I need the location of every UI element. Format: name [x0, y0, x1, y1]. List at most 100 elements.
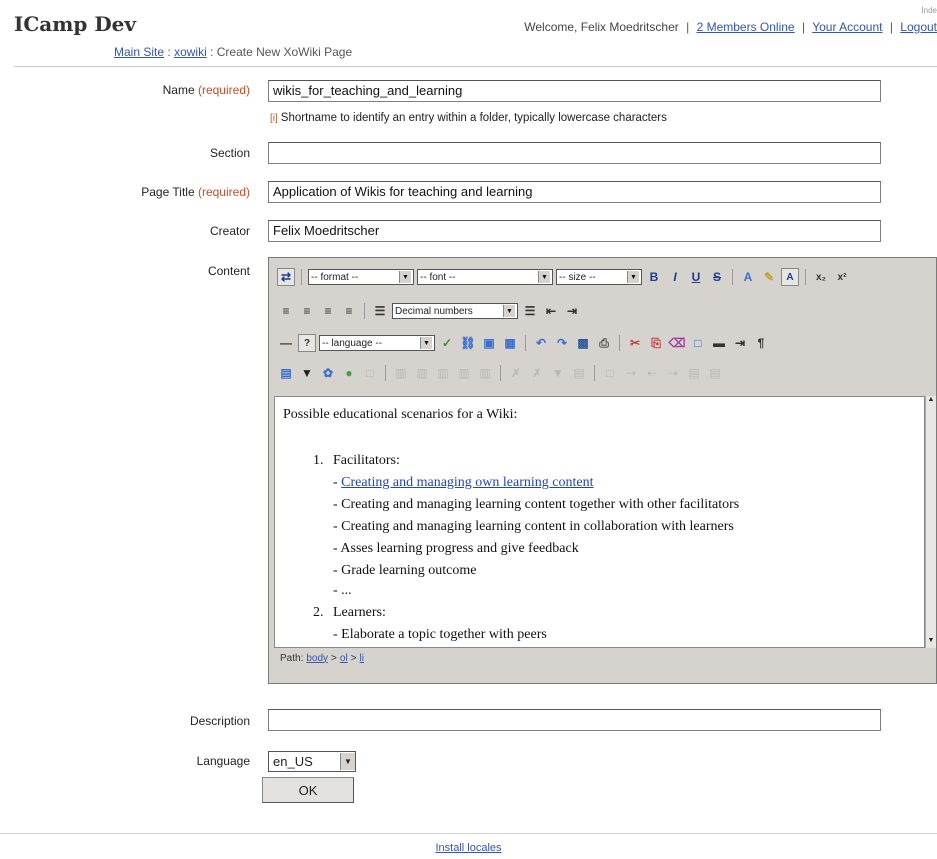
superscript-icon[interactable]: x² [833, 268, 851, 286]
list-subitem: - Elaborate a topic together with peers [333, 627, 547, 642]
horizontal-rule-icon[interactable]: — [277, 334, 295, 352]
your-account-link[interactable]: Your Account [812, 20, 882, 34]
undo-icon[interactable]: ↶ [532, 334, 550, 352]
info-circle-icon[interactable]: ● [340, 364, 358, 382]
description-field[interactable] [268, 709, 881, 731]
disabled-layer-6-icon: ▤ [709, 366, 721, 380]
list-subitem: - Asses learning progress and give feedb… [333, 541, 579, 556]
install-locales-link[interactable]: Install locales [435, 842, 501, 854]
info-icon: [i] [270, 113, 278, 124]
rtl-icon[interactable]: ¶ [752, 334, 770, 352]
top-navigation: Welcome, Felix Moedritscher | 2 Members … [524, 20, 937, 34]
ok-button[interactable]: OK [262, 777, 354, 803]
page-header: ICamp Dev Inde Welcome, Felix Moedritsch… [0, 0, 937, 68]
list-item-number: 1. [313, 453, 324, 468]
content-link[interactable]: Creating and managing own learning conte… [341, 475, 593, 490]
path-li-link[interactable]: li [360, 653, 364, 664]
cut-icon[interactable]: ✂ [626, 334, 644, 352]
subscript-icon[interactable]: x₂ [812, 268, 830, 286]
list-item-number: 2. [313, 605, 324, 620]
breadcrumb: Main Site : xowiki : Create New XoWiki P… [114, 45, 353, 59]
font-box-icon[interactable]: A [781, 268, 799, 286]
editor-intro-text: Possible educational scenarios for a Wik… [283, 407, 518, 422]
disabled-layer-5-icon: ▤ [688, 366, 700, 380]
page-title-field[interactable]: Application of Wikis for teaching and le… [268, 181, 881, 203]
list-subitem: - Grade learning outcome [333, 563, 477, 578]
ordered-list-icon[interactable]: ☰ [371, 302, 389, 320]
format-select[interactable]: -- format -- ▼ [308, 269, 414, 285]
disabled-table-col-icon: ▥ [416, 366, 428, 380]
italic-icon[interactable]: I [666, 268, 684, 286]
language-select[interactable]: en_US ▼ [268, 751, 356, 772]
align-center-icon[interactable]: ≡ [298, 302, 316, 320]
chevron-down-icon: ▼ [340, 753, 355, 770]
list-subitem: - Creating and managing learning content… [333, 519, 734, 534]
copy-icon[interactable]: ⎘ [647, 334, 665, 352]
toggle-html-icon[interactable]: ⇄ [277, 268, 295, 286]
text-color-icon[interactable]: A [739, 268, 757, 286]
editor-scrollbar[interactable]: ▲ ▼ [925, 396, 936, 648]
disabled-layer-2-icon: ⇢ [625, 366, 637, 380]
path-body-link[interactable]: body [306, 653, 328, 664]
members-online-link[interactable]: 2 Members Online [697, 20, 795, 34]
table-icon[interactable]: ▦ [501, 334, 519, 352]
section-field[interactable] [268, 142, 881, 164]
redo-icon[interactable]: ↷ [553, 334, 571, 352]
size-select[interactable]: -- size -- ▼ [556, 269, 642, 285]
disabled-form-4-icon: ▤ [573, 366, 585, 380]
align-left-icon[interactable]: ≡ [277, 302, 295, 320]
fullscreen-icon[interactable]: □ [689, 334, 707, 352]
ltr-icon[interactable]: ⇥ [731, 334, 749, 352]
truncated-top-text: Inde [921, 6, 937, 15]
disabled-form-2-icon: ✗ [531, 366, 543, 380]
toolbar-row-3: — ? -- language -- ▼ ✓ ⛓ ▣ ▦ ↶ ↷ ▩ ⎙ ✂ ⎘ … [277, 332, 770, 354]
disabled-table-split-icon: ▥ [479, 366, 491, 380]
list-type-select[interactable]: Decimal numbers ▼ [392, 303, 518, 319]
select-all-icon[interactable]: ▩ [574, 334, 592, 352]
print-icon[interactable]: ⎙ [595, 334, 613, 352]
help-icon[interactable]: ? [298, 334, 316, 352]
welcome-text: Welcome, Felix Moedritscher [524, 20, 679, 34]
scroll-down-icon[interactable]: ▼ [926, 637, 936, 648]
image-icon[interactable]: ▣ [480, 334, 498, 352]
indent-icon[interactable]: ⇥ [563, 302, 581, 320]
unordered-list-icon[interactable]: ☰ [521, 302, 539, 320]
language-select[interactable]: -- language -- ▼ [319, 335, 435, 351]
insert-image-icon[interactable]: ▤ [277, 364, 295, 382]
list-item-learners: Learners: [333, 605, 386, 620]
link-icon[interactable]: ⛓ [459, 334, 477, 352]
special-char-icon[interactable]: ▬ [710, 334, 728, 352]
editor-path-bar: Path: body > ol > li [280, 652, 364, 664]
breadcrumb-main-site[interactable]: Main Site [114, 45, 164, 59]
site-title: ICamp Dev [14, 12, 137, 36]
bold-icon[interactable]: B [645, 268, 663, 286]
highlight-color-icon[interactable]: ✎ [760, 268, 778, 286]
breadcrumb-xowiki[interactable]: xowiki [174, 45, 207, 59]
toolbar-row-2: ≡ ≡ ≡ ≡ ☰ Decimal numbers ▼ ☰ ⇤ ⇥ [277, 300, 581, 322]
section-label: Section [209, 146, 250, 160]
justify-icon[interactable]: ≡ [340, 302, 358, 320]
disabled-form-icon: ✗ [510, 366, 522, 380]
logout-link[interactable]: Logout [900, 20, 937, 34]
strikethrough-icon[interactable]: S [708, 268, 726, 286]
scroll-up-icon[interactable]: ▲ [926, 396, 936, 407]
name-field[interactable]: wikis_for_teaching_and_learning [268, 80, 881, 102]
footer-divider [0, 833, 937, 834]
plugin-icon[interactable]: ✿ [319, 364, 337, 382]
path-ol-link[interactable]: ol [340, 653, 348, 664]
tools-icon[interactable]: ▼ [298, 364, 316, 382]
underline-icon[interactable]: U [687, 268, 705, 286]
spellcheck-icon[interactable]: ✓ [438, 334, 456, 352]
clear-format-icon[interactable]: ⌫ [668, 334, 686, 352]
footer: Install locales [0, 842, 937, 854]
name-hint: [i] Shortname to identify an entry within… [270, 112, 667, 124]
align-right-icon[interactable]: ≡ [319, 302, 337, 320]
font-select[interactable]: -- font -- ▼ [417, 269, 553, 285]
list-subitem: - ... [333, 583, 352, 598]
editor-content-area[interactable]: Possible educational scenarios for a Wik… [274, 396, 925, 648]
creator-field[interactable]: Felix Moedritscher [268, 220, 881, 242]
disabled-table-merge-icon: ▥ [458, 366, 470, 380]
disabled-table-cell-icon: ▥ [437, 366, 449, 380]
list-subitem-link: - Creating and managing own learning con… [333, 475, 594, 490]
outdent-icon[interactable]: ⇤ [542, 302, 560, 320]
